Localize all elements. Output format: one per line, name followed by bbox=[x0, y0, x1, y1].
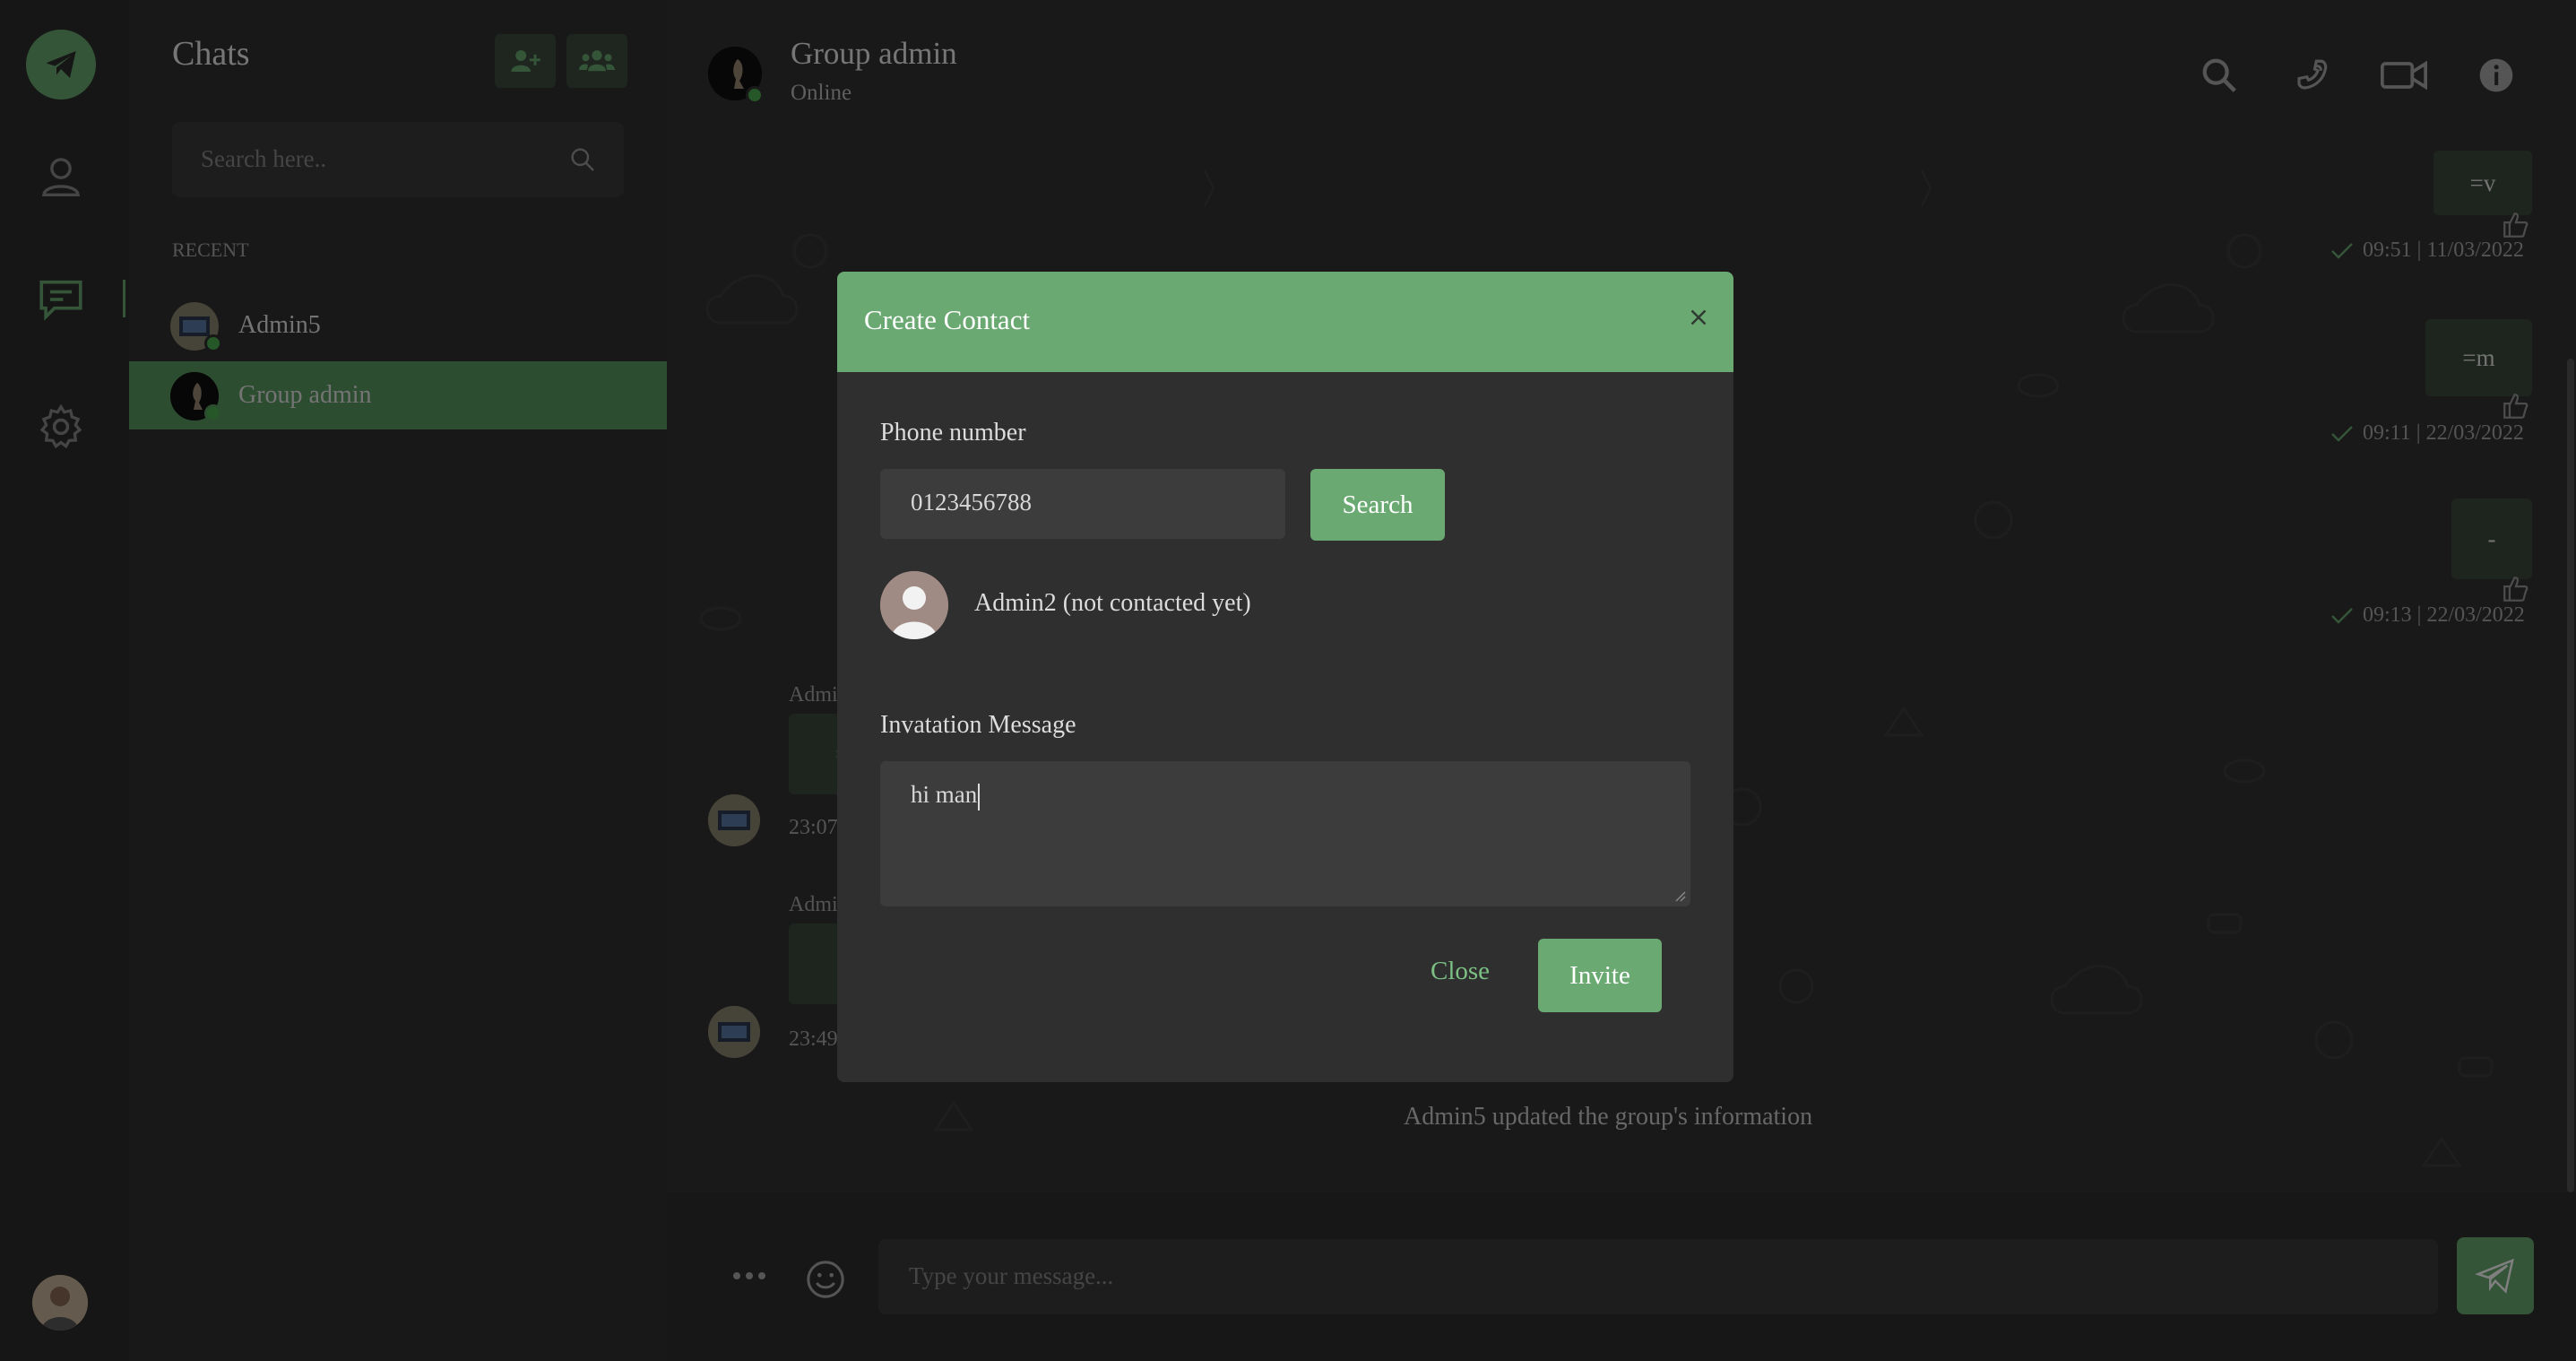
search-button[interactable]: Search bbox=[1310, 469, 1445, 541]
invite-button[interactable]: Invite bbox=[1538, 939, 1662, 1012]
avatar[interactable] bbox=[880, 571, 948, 639]
invitation-message-textarea[interactable]: hi man bbox=[880, 761, 1690, 906]
dialog-header: Create Contact bbox=[837, 272, 1733, 372]
close-button[interactable]: Close bbox=[1431, 957, 1490, 986]
close-icon bbox=[1690, 309, 1707, 325]
phone-number-input[interactable]: 0123456788 bbox=[880, 469, 1285, 539]
invitation-message-label: Invatation Message bbox=[880, 711, 1076, 739]
invitation-message-value: hi man bbox=[911, 781, 981, 811]
dialog-title: Create Contact bbox=[864, 304, 1031, 335]
search-result-name[interactable]: Admin2 (not contacted yet) bbox=[974, 589, 1251, 618]
resize-handle-icon[interactable] bbox=[1673, 889, 1687, 903]
dialog-close-button[interactable] bbox=[1685, 304, 1712, 331]
phone-number-label: Phone number bbox=[880, 419, 1026, 446]
create-contact-dialog: Create Contact Phone number 0123456788 S… bbox=[837, 272, 1733, 1082]
phone-number-value: 0123456788 bbox=[911, 489, 1032, 516]
